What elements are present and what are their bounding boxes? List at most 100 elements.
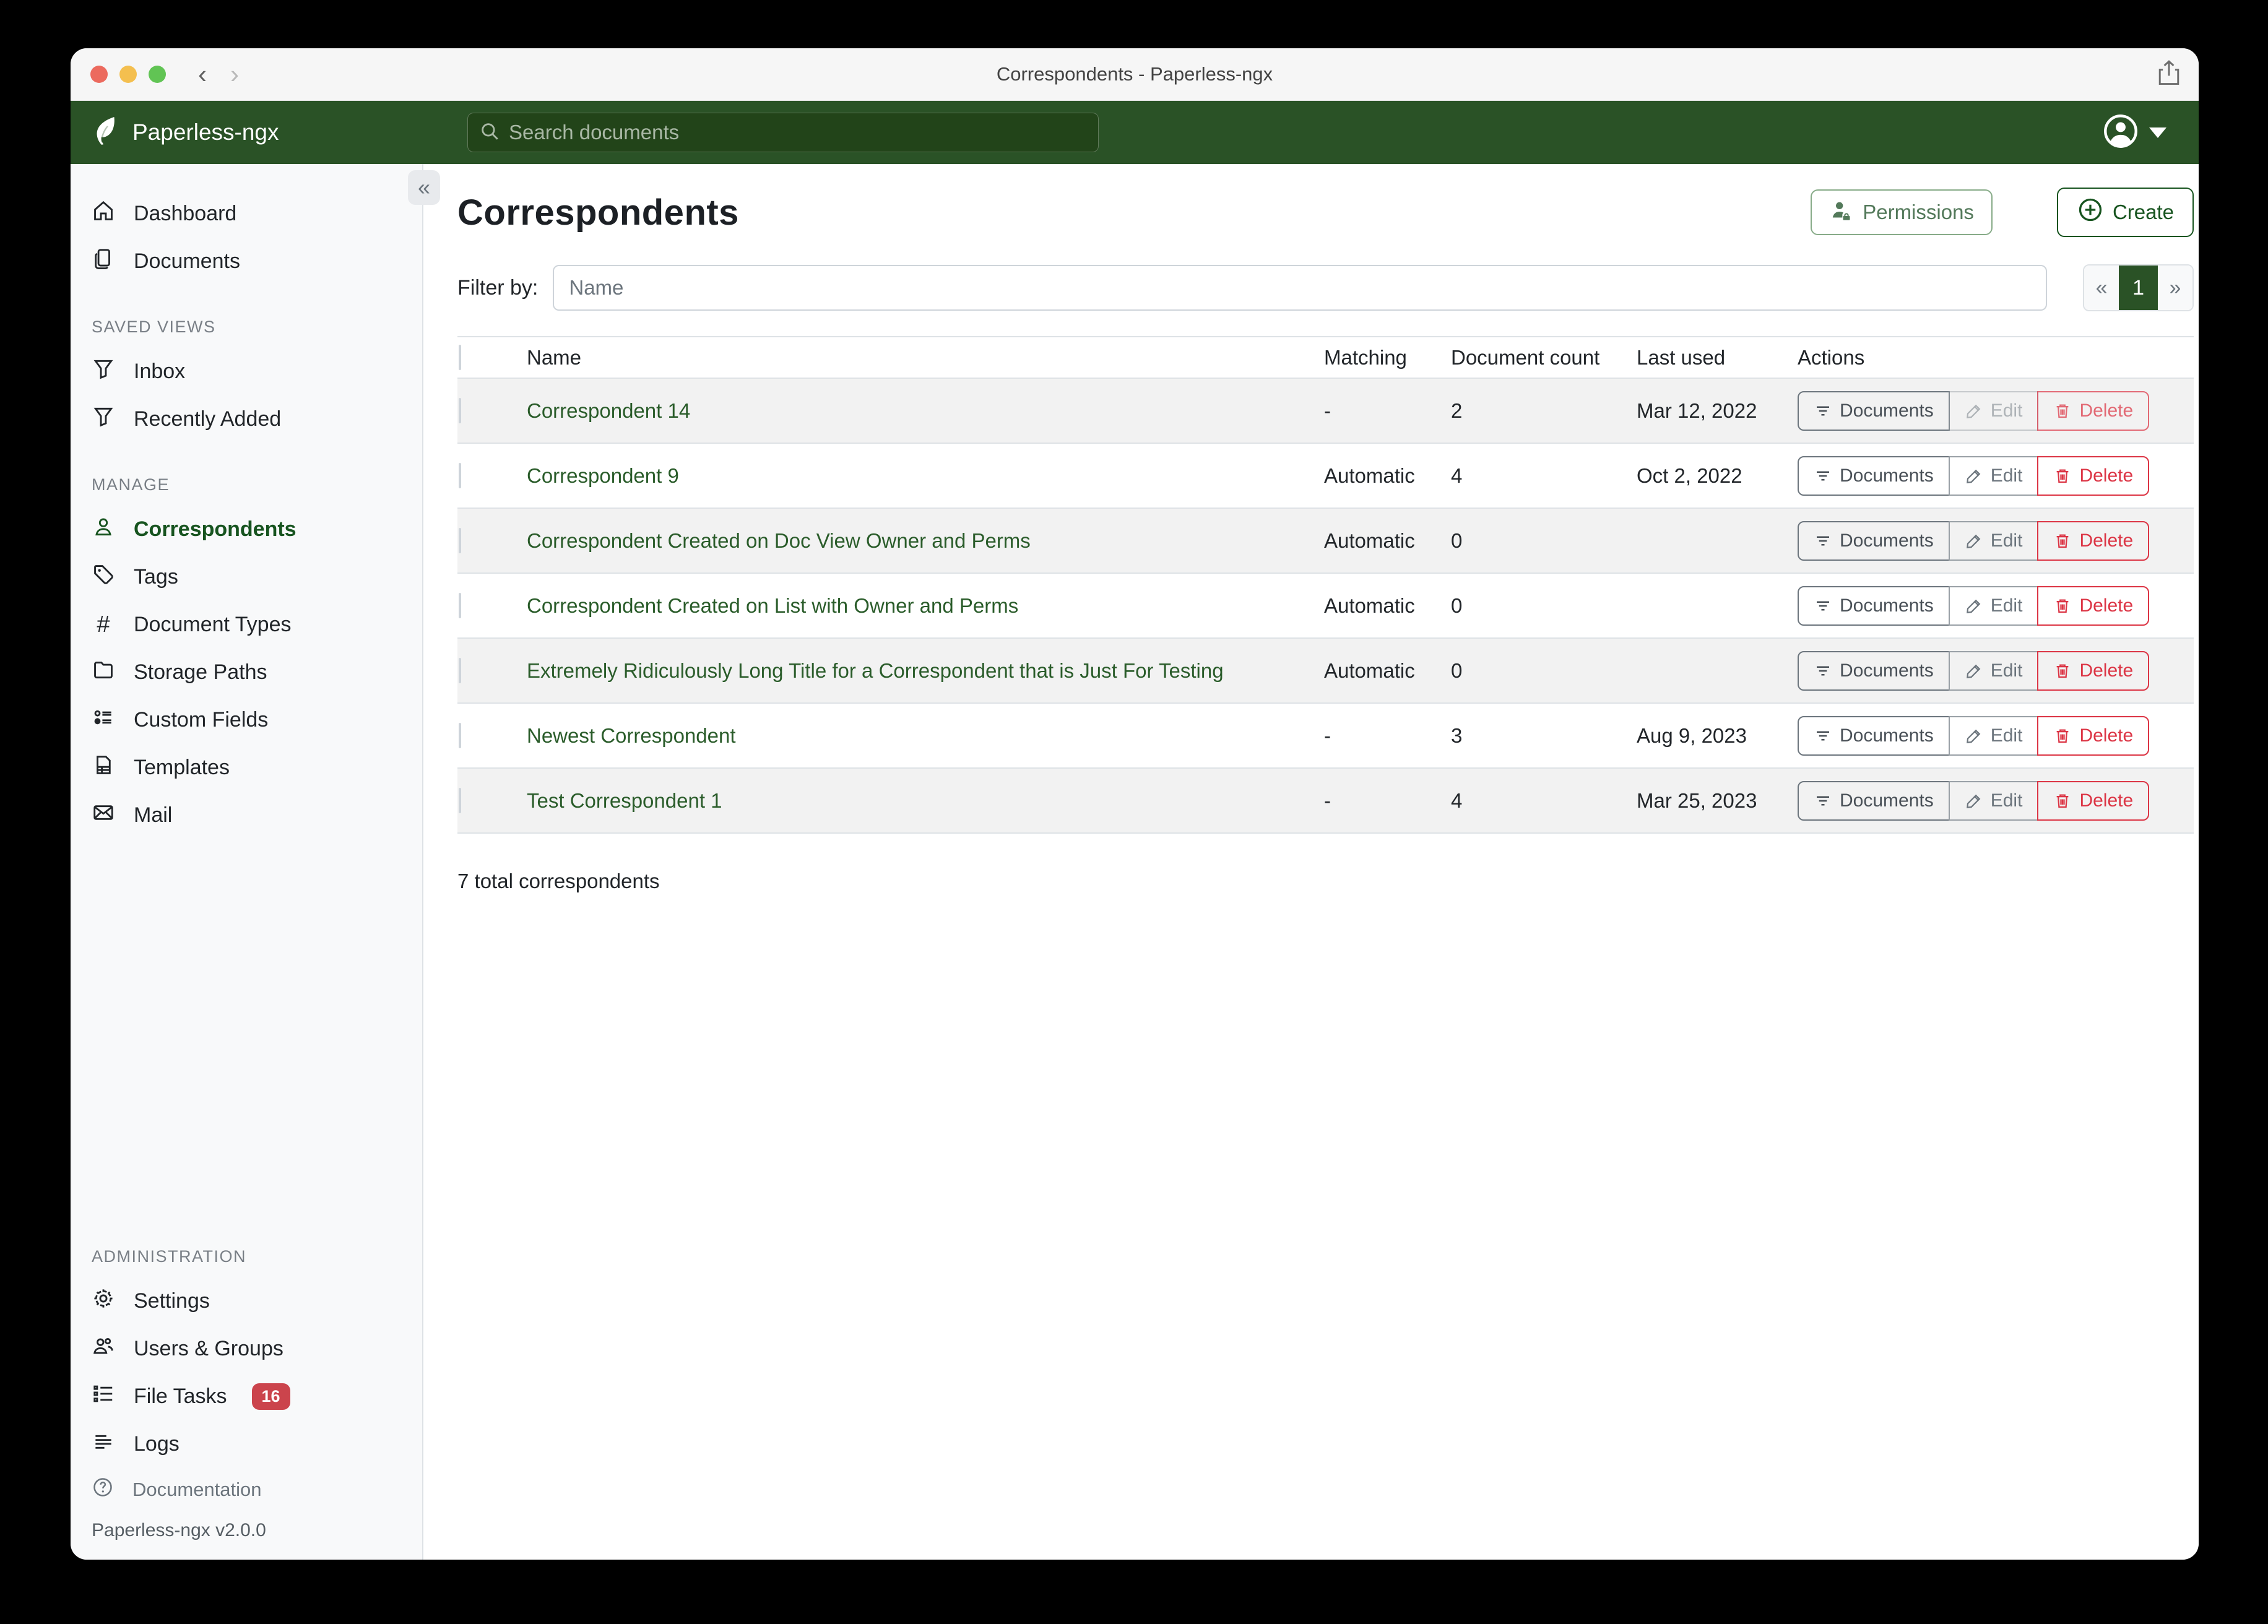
sidebar-item-custom-fields[interactable]: Custom Fields	[92, 696, 422, 744]
delete-button[interactable]: Delete	[2037, 586, 2149, 626]
row-checkbox[interactable]	[459, 593, 461, 618]
edit-button-label: Edit	[1991, 400, 2023, 421]
edit-button[interactable]: Edit	[1949, 716, 2039, 756]
search-input[interactable]: Search documents	[467, 113, 1099, 152]
delete-button[interactable]: Delete	[2037, 391, 2149, 431]
sidebar-item-settings[interactable]: Settings	[92, 1277, 422, 1325]
sidebar-item-inbox[interactable]: Inbox	[92, 348, 422, 395]
col-header-count[interactable]: Document count	[1451, 346, 1637, 369]
pagination-next-button[interactable]: »	[2158, 266, 2192, 310]
filter-by-label: Filter by:	[457, 276, 538, 300]
delete-button[interactable]: Delete	[2037, 651, 2149, 691]
edit-button[interactable]: Edit	[1949, 586, 2039, 626]
sidebar-item-file-tasks[interactable]: File Tasks 16	[92, 1373, 422, 1420]
edit-button-label: Edit	[1991, 660, 2023, 681]
sidebar-item-mail[interactable]: Mail	[92, 792, 422, 839]
cell-matching: -	[1324, 789, 1451, 813]
documents-button[interactable]: Documents	[1798, 521, 1950, 561]
correspondent-link[interactable]: Correspondent Created on List with Owner…	[527, 594, 1018, 617]
row-checkbox[interactable]	[459, 398, 461, 423]
row-checkbox[interactable]	[459, 463, 461, 488]
search-icon	[479, 121, 500, 145]
sidebar-item-logs[interactable]: Logs	[92, 1420, 422, 1468]
edit-button-label: Edit	[1991, 725, 2023, 746]
hash-icon: #	[92, 611, 115, 638]
sidebar-item-dashboard[interactable]: Dashboard	[92, 190, 422, 238]
edit-button[interactable]: Edit	[1949, 781, 2039, 821]
pagination-prev-button[interactable]: «	[2084, 266, 2119, 310]
correspondent-link[interactable]: Correspondent 14	[527, 399, 690, 422]
custom-fields-icon	[92, 706, 115, 735]
sidebar-item-label: File Tasks	[134, 1384, 227, 1409]
sidebar-item-recently-added[interactable]: Recently Added	[92, 395, 422, 443]
documents-button[interactable]: Documents	[1798, 651, 1950, 691]
correspondent-link[interactable]: Correspondent 9	[527, 464, 679, 487]
edit-button[interactable]: Edit	[1949, 651, 2039, 691]
edit-button[interactable]: Edit	[1949, 456, 2039, 496]
sidebar-item-documentation[interactable]: Documentation	[92, 1468, 422, 1511]
sidebar-item-storage-paths[interactable]: Storage Paths	[92, 649, 422, 696]
row-checkbox[interactable]	[459, 788, 461, 813]
documents-button[interactable]: Documents	[1798, 456, 1950, 496]
edit-button-label: Edit	[1991, 790, 2023, 811]
titlebar: ‹ › Correspondents - Paperless-ngx	[71, 48, 2199, 101]
row-checkbox[interactable]	[459, 528, 461, 553]
sidebar-item-document-types[interactable]: # Document Types	[92, 601, 422, 649]
share-icon[interactable]	[2157, 59, 2181, 90]
sidebar-item-correspondents[interactable]: Correspondents	[92, 506, 422, 553]
brand[interactable]: Paperless-ngx	[92, 115, 279, 150]
col-header-matching[interactable]: Matching	[1324, 346, 1451, 369]
sidebar-item-label: Dashboard	[134, 202, 236, 226]
brand-label: Paperless-ngx	[132, 119, 279, 145]
correspondent-link[interactable]: Test Correspondent 1	[527, 789, 722, 812]
sidebar: Dashboard Documents SAVED VIEWS	[71, 164, 423, 1560]
total-correspondents-text: 7 total correspondents	[457, 870, 2199, 893]
cell-last-used: Mar 12, 2022	[1637, 399, 1798, 423]
sidebar-item-users-groups[interactable]: Users & Groups	[92, 1325, 422, 1373]
select-all-checkbox[interactable]	[459, 345, 461, 370]
edit-button[interactable]: Edit	[1949, 521, 2039, 561]
filter-name-input[interactable]: Name	[553, 265, 2047, 311]
administration-header: ADMINISTRATION	[92, 1247, 422, 1266]
user-menu[interactable]	[2103, 114, 2166, 152]
table-header-row: Name Matching Document count Last used A…	[457, 337, 2194, 379]
sidebar-item-documents[interactable]: Documents	[92, 238, 422, 285]
screen: ‹ › Correspondents - Paperless-ngx Pape	[0, 0, 2268, 1624]
cell-last-used: Aug 9, 2023	[1637, 724, 1798, 748]
saved-views-header: SAVED VIEWS	[92, 317, 422, 337]
sidebar-item-label: Mail	[134, 803, 172, 827]
edit-button-label: Edit	[1991, 465, 2023, 486]
correspondent-link[interactable]: Newest Correspondent	[527, 724, 736, 747]
gear-icon	[92, 1287, 115, 1316]
col-header-last-used[interactable]: Last used	[1637, 346, 1798, 369]
documents-button[interactable]: Documents	[1798, 781, 1950, 821]
delete-button[interactable]: Delete	[2037, 521, 2149, 561]
sidebar-item-label: Templates	[134, 756, 230, 780]
create-button[interactable]: Create	[2057, 188, 2194, 237]
sidebar-item-tags[interactable]: Tags	[92, 553, 422, 601]
delete-button[interactable]: Delete	[2037, 456, 2149, 496]
funnel-icon	[92, 357, 115, 386]
manage-header: MANAGE	[92, 475, 422, 495]
documents-button[interactable]: Documents	[1798, 716, 1950, 756]
sidebar-item-label: Custom Fields	[134, 708, 268, 732]
delete-button[interactable]: Delete	[2037, 781, 2149, 821]
sidebar-item-templates[interactable]: Templates	[92, 744, 422, 792]
correspondent-link[interactable]: Correspondent Created on Doc View Owner …	[527, 529, 1031, 552]
documents-button[interactable]: Documents	[1798, 586, 1950, 626]
row-checkbox[interactable]	[459, 658, 461, 683]
row-checkbox[interactable]	[459, 723, 461, 748]
funnel-icon	[92, 405, 115, 434]
sidebar-collapse-button[interactable]: «	[408, 170, 440, 205]
documents-button[interactable]: Documents	[1798, 391, 1950, 431]
correspondent-link[interactable]: Extremely Ridiculously Long Title for a …	[527, 659, 1224, 682]
edit-button[interactable]: Edit	[1949, 391, 2039, 431]
pagination-page-1-button[interactable]: 1	[2119, 266, 2158, 310]
top-navbar: Paperless-ngx Search documents	[71, 101, 2199, 164]
delete-button[interactable]: Delete	[2037, 716, 2149, 756]
sidebar-item-label: Inbox	[134, 360, 185, 384]
col-header-name[interactable]: Name	[527, 346, 1324, 369]
envelope-icon	[92, 801, 115, 830]
permissions-button[interactable]: Permissions	[1811, 189, 1993, 235]
edit-button-label: Edit	[1991, 595, 2023, 616]
